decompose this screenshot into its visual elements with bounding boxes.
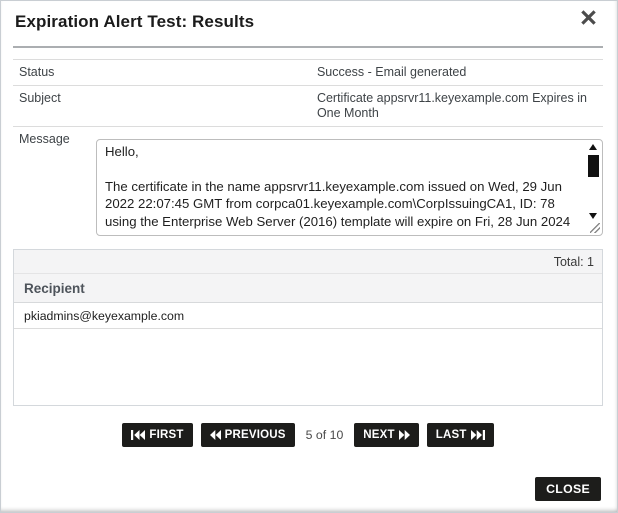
pagination-controls: FIRST PREVIOUS 5 of 10 NEXT LAST (13, 423, 603, 447)
previous-page-button[interactable]: PREVIOUS (201, 423, 295, 447)
status-label: Status (13, 60, 311, 86)
status-value: Success - Email generated (311, 60, 603, 86)
table-row-recipient[interactable]: pkiadmins@keyexample.com (14, 303, 602, 329)
total-count: Total: 1 (554, 255, 594, 269)
close-dialog-button[interactable] (579, 8, 597, 26)
next-page-button[interactable]: NEXT (354, 423, 418, 447)
dialog-title: Expiration Alert Test: Results (13, 1, 603, 32)
subject-label: Subject (13, 86, 311, 127)
last-page-label: LAST (436, 429, 467, 441)
next-page-label: NEXT (363, 429, 394, 441)
recipient-email: pkiadmins@keyexample.com (24, 309, 184, 323)
table-row-status: Status Success - Email generated (13, 60, 603, 86)
message-textarea[interactable]: Hello, The certificate in the name appsr… (96, 139, 603, 236)
close-button[interactable]: CLOSE (535, 477, 601, 501)
skip-to-first-icon (131, 430, 145, 440)
double-arrow-right-icon (399, 430, 410, 440)
page-status: 5 of 10 (306, 428, 344, 442)
dialog-header: Expiration Alert Test: Results (13, 1, 603, 46)
recipients-panel: Total: 1 Recipient pkiadmins@keyexample.… (13, 249, 603, 406)
total-bar: Total: 1 (14, 250, 602, 274)
message-section: Message Hello, The certificate in the na… (13, 132, 603, 236)
result-details-table: Status Success - Email generated Subject… (13, 59, 603, 127)
scrollbar-thumb[interactable] (588, 155, 599, 177)
recipient-column-header: Recipient (14, 274, 602, 303)
recipient-table-empty-area (14, 329, 602, 405)
x-close-icon (581, 10, 596, 25)
header-divider (13, 46, 603, 48)
recipient-header-label: Recipient (24, 281, 85, 296)
expiration-alert-results-dialog: Expiration Alert Test: Results Status Su… (0, 0, 618, 513)
resize-grip-icon[interactable] (590, 223, 600, 233)
message-label: Message (13, 132, 96, 236)
skip-to-last-icon (471, 430, 485, 440)
first-page-label: FIRST (149, 429, 183, 441)
scroll-down-arrow-icon[interactable] (589, 213, 597, 219)
first-page-button[interactable]: FIRST (122, 423, 192, 447)
double-arrow-left-icon (210, 430, 221, 440)
textarea-scrollbar[interactable] (586, 142, 600, 219)
message-text: Hello, The certificate in the name appsr… (105, 143, 580, 231)
table-row-subject: Subject Certificate appsrvr11.keyexample… (13, 86, 603, 127)
subject-value: Certificate appsrvr11.keyexample.com Exp… (311, 86, 603, 127)
previous-page-label: PREVIOUS (225, 429, 286, 441)
last-page-button[interactable]: LAST (427, 423, 494, 447)
scroll-up-arrow-icon[interactable] (589, 144, 597, 150)
